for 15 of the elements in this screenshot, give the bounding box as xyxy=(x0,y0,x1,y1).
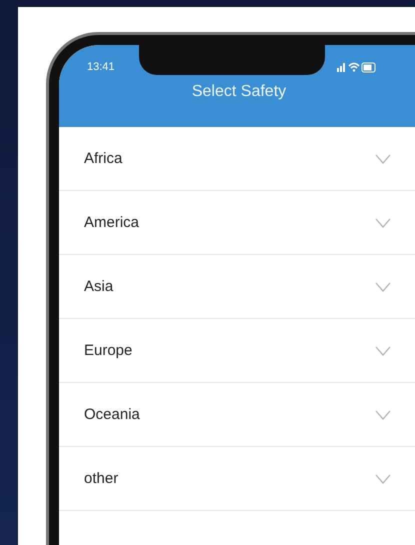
region-label: Asia xyxy=(84,278,114,295)
region-list-item[interactable]: Oceania xyxy=(59,383,415,447)
region-label: Africa xyxy=(84,150,122,167)
region-label: other xyxy=(84,470,118,487)
region-list-item[interactable]: Asia xyxy=(59,255,415,319)
status-time: 13:41 xyxy=(86,60,116,73)
status-icons-drawing xyxy=(337,61,377,73)
region-label: America xyxy=(84,214,140,231)
region-list-item[interactable]: other xyxy=(59,447,415,511)
region-label: Europe xyxy=(84,342,132,359)
region-list-item[interactable]: Europe xyxy=(59,319,415,383)
region-label: Oceania xyxy=(84,406,140,423)
region-list-item[interactable]: America xyxy=(59,191,415,255)
screen-title: Select Safety xyxy=(190,83,288,101)
region-list-item[interactable]: Africa xyxy=(59,127,415,191)
